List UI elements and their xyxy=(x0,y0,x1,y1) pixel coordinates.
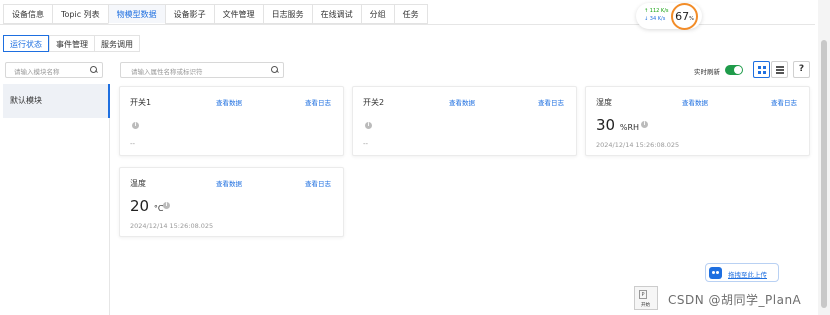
card-value-number: 20 xyxy=(130,197,150,215)
download-speed: ↓ 34 K/s xyxy=(644,16,666,22)
module-list: 默认模块 xyxy=(3,84,110,315)
realtime-refresh-toggle[interactable] xyxy=(725,65,743,75)
info-icon[interactable]: i xyxy=(163,202,170,209)
view-data-link[interactable]: 查看数据 xyxy=(449,97,475,107)
card-value: 20 °C xyxy=(130,197,163,215)
view-log-link[interactable]: 查看日志 xyxy=(305,178,331,188)
card-value-unit: %RH xyxy=(619,123,640,132)
card-timestamp: 2024/12/14 15:26:08.025 xyxy=(130,222,214,230)
network-speed-widget[interactable]: ↑ 112 K/s ↓ 34 K/s 67% xyxy=(636,3,702,30)
upload-speed: ↑ 112 K/s xyxy=(644,8,669,14)
tab-group[interactable]: 分组 xyxy=(360,4,394,24)
watermark: CSDN @胡同学_PlanA xyxy=(668,293,802,307)
tab-thing-model-data[interactable]: 物模型数据 xyxy=(107,4,165,24)
drag-upload-button[interactable]: 拖拽至此上传 xyxy=(705,263,779,282)
view-log-link[interactable]: 查看日志 xyxy=(538,97,564,107)
grid-view-button[interactable] xyxy=(753,61,770,78)
document-icon: P xyxy=(639,290,647,299)
card-title: 开关1 xyxy=(130,98,152,107)
grid-icon xyxy=(758,66,766,74)
info-icon[interactable]: i xyxy=(132,122,139,129)
realtime-refresh-label: 实时刷新 xyxy=(694,68,720,76)
list-icon xyxy=(776,66,784,74)
upload-label: 拖拽至此上传 xyxy=(728,271,767,279)
sub-tab-bar: 运行状态 事件管理 服务调用 xyxy=(3,35,140,52)
info-icon[interactable]: i xyxy=(365,122,372,129)
scrollbar-thumb[interactable] xyxy=(821,40,827,308)
subtab-service-call[interactable]: 服务调用 xyxy=(94,35,140,52)
card-title: 湿度 xyxy=(596,98,612,107)
tab-topic-list[interactable]: Topic 列表 xyxy=(52,4,108,24)
view-data-link[interactable]: 查看数据 xyxy=(216,178,242,188)
vertical-scrollbar[interactable] xyxy=(818,0,830,315)
module-item-default[interactable]: 默认模块 xyxy=(3,84,110,118)
taskbar-thumbnail-label: 开始 xyxy=(641,303,650,308)
top-tab-bar: 设备信息 Topic 列表 物模型数据 设备影子 文件管理 日志服务 在线调试 … xyxy=(3,4,428,24)
card-value-number: 30 xyxy=(596,116,616,134)
usage-gauge: 67% xyxy=(671,3,698,30)
property-card-switch1: 开关1 查看数据 查看日志 i -- xyxy=(119,86,344,156)
card-title: 开关2 xyxy=(363,98,385,107)
card-value: 30 %RH xyxy=(596,116,639,134)
module-search-placeholder: 请输入模块名称 xyxy=(14,68,60,76)
subtab-event-management[interactable]: 事件管理 xyxy=(49,35,94,52)
module-search-input[interactable]: 请输入模块名称 xyxy=(5,62,103,78)
search-icon[interactable] xyxy=(271,66,279,74)
tab-task[interactable]: 任务 xyxy=(393,4,428,24)
view-data-link[interactable]: 查看数据 xyxy=(682,97,708,107)
usage-percent: 67 xyxy=(675,10,690,23)
property-search-input[interactable]: 请输入属性名称或标识符 xyxy=(120,62,284,78)
card-timestamp: 2024/12/14 15:26:08.025 xyxy=(596,141,680,149)
card-empty-value: -- xyxy=(130,140,136,148)
tab-log-service[interactable]: 日志服务 xyxy=(262,4,312,24)
taskbar-thumbnail[interactable]: P 开始 xyxy=(634,286,658,310)
view-log-link[interactable]: 查看日志 xyxy=(305,97,331,107)
app-root: 设备信息 Topic 列表 物模型数据 设备影子 文件管理 日志服务 在线调试 … xyxy=(0,0,830,315)
search-icon[interactable] xyxy=(90,66,98,74)
property-search-placeholder: 请输入属性名称或标识符 xyxy=(131,68,203,76)
tab-device-shadow[interactable]: 设备影子 xyxy=(164,4,214,24)
card-title: 温度 xyxy=(130,179,146,188)
list-view-button[interactable] xyxy=(771,61,788,78)
tab-online-debug[interactable]: 在线调试 xyxy=(311,4,361,24)
property-card-humidity: 湿度 查看数据 查看日志 30 %RH i 2024/12/14 15:26:0… xyxy=(585,86,810,156)
tab-device-info[interactable]: 设备信息 xyxy=(3,4,52,24)
view-data-link[interactable]: 查看数据 xyxy=(216,97,242,107)
subtab-running-status[interactable]: 运行状态 xyxy=(3,35,49,52)
tab-file-management[interactable]: 文件管理 xyxy=(213,4,263,24)
card-empty-value: -- xyxy=(363,140,369,148)
view-log-link[interactable]: 查看日志 xyxy=(771,97,797,107)
info-icon[interactable]: i xyxy=(641,121,648,128)
cloud-icon xyxy=(709,267,722,279)
usage-percent-unit: % xyxy=(689,16,694,22)
property-card-switch2: 开关2 查看数据 查看日志 i -- xyxy=(352,86,577,156)
speed-readout: ↑ 112 K/s ↓ 34 K/s xyxy=(644,7,668,23)
property-card-temperature: 温度 查看数据 查看日志 20 °C i 2024/12/14 15:26:08… xyxy=(119,167,344,237)
help-button[interactable]: ? xyxy=(793,61,810,78)
